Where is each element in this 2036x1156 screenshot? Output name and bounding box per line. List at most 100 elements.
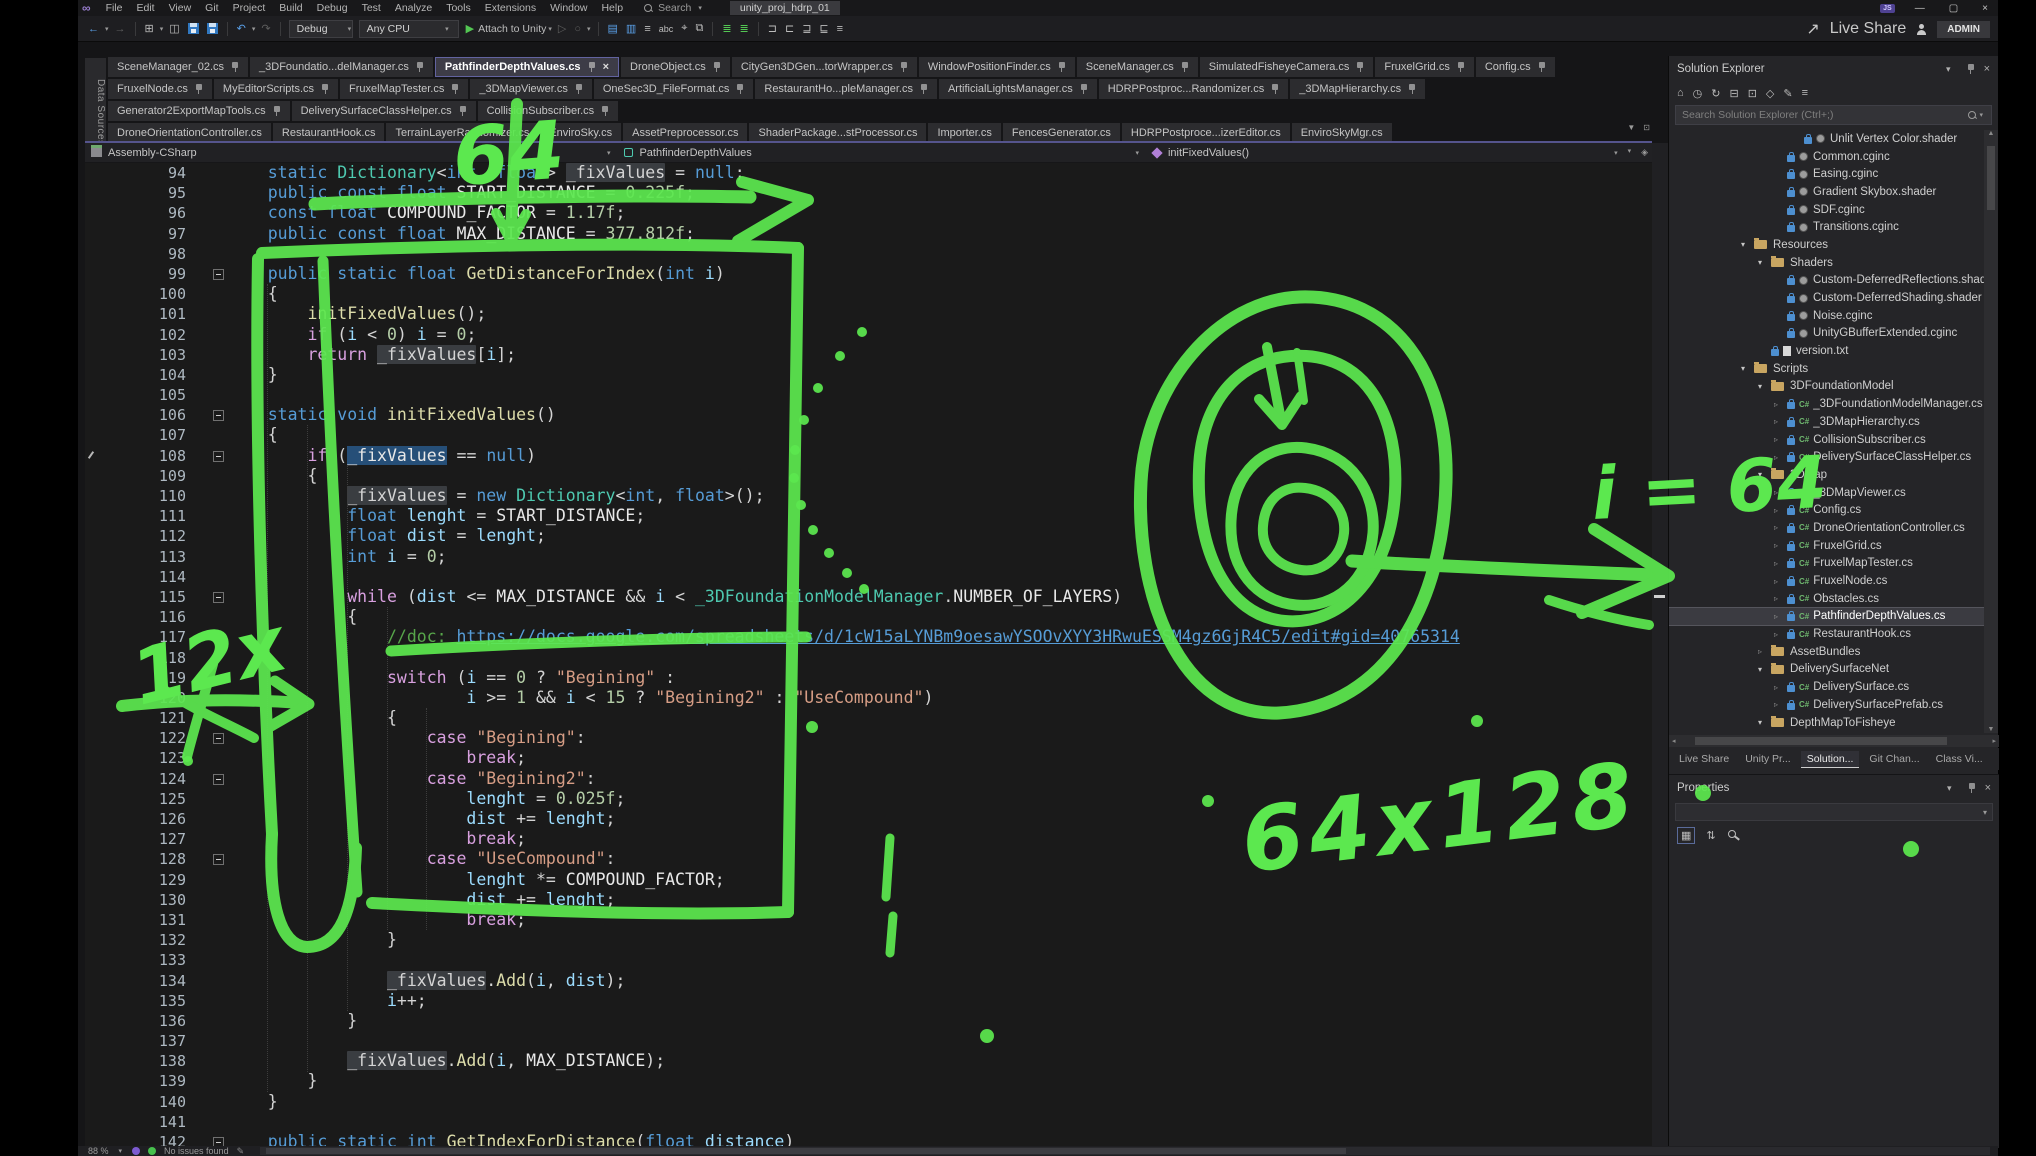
menu-window[interactable]: Window — [543, 2, 594, 14]
menu-build[interactable]: Build — [272, 2, 309, 14]
tree-item-Transitions.cginc[interactable]: Transitions.cginc — [1669, 218, 1985, 236]
code-line-126[interactable]: 126 dist += lenght; — [85, 809, 1652, 829]
tree-item-Config.cs[interactable]: ▹C#Config.cs — [1669, 501, 1985, 519]
bookmark-clear-icon[interactable]: ⊑ — [815, 22, 832, 35]
tree-item-CollisionSubscriber.cs[interactable]: ▹C#CollisionSubscriber.cs — [1669, 431, 1985, 449]
panel-tab-Git Chan...[interactable]: Git Chan... — [1863, 751, 1925, 767]
tree-item-Shaders[interactable]: ▾Shaders — [1669, 254, 1985, 272]
live-share-label[interactable]: Live Share — [1830, 20, 1907, 38]
menu-extensions[interactable]: Extensions — [478, 2, 543, 14]
edit-icon[interactable]: ✎ — [1783, 87, 1792, 100]
code-line-132[interactable]: 132 } — [85, 930, 1652, 950]
tree-item-Common.cginc[interactable]: Common.cginc — [1669, 148, 1985, 166]
menu-analyze[interactable]: Analyze — [388, 2, 439, 14]
code-line-135[interactable]: 135 i++; — [85, 991, 1652, 1011]
menu-tools[interactable]: Tools — [439, 2, 478, 14]
chevron-down-icon[interactable]: ▾ — [103, 25, 111, 33]
collapse-icon[interactable] — [213, 592, 224, 603]
configuration-dropdown[interactable]: Debug ▾ — [289, 20, 353, 38]
health-message[interactable]: No issues found — [164, 1146, 229, 1156]
properties-object-dropdown[interactable]: ▾ — [1675, 803, 1993, 821]
scrollbar-thumb[interactable] — [1695, 737, 1947, 745]
close-icon[interactable]: × — [1985, 782, 1991, 794]
zoom-level[interactable]: 88 % — [88, 1146, 109, 1156]
panel-tab-Unity Pr...[interactable]: Unity Pr... — [1739, 751, 1797, 767]
code-line-106[interactable]: 106 static void initFixedValues() — [85, 405, 1652, 425]
code-line-100[interactable]: 100 { — [85, 284, 1652, 304]
code-line-111[interactable]: 111 float lenght = START_DISTANCE; — [85, 506, 1652, 526]
document-list-icon[interactable]: ▼ — [1627, 123, 1635, 132]
code-line-99[interactable]: 99 public static float GetDistanceForInd… — [85, 264, 1652, 284]
close-icon[interactable]: × — [603, 61, 609, 73]
undo-icon[interactable]: ↶ — [233, 22, 250, 35]
expander-collapsed-icon[interactable]: ▹ — [1774, 506, 1787, 515]
menu-file[interactable]: File — [99, 2, 130, 14]
tree-item-FruxelGrid.cs[interactable]: ▹C#FruxelGrid.cs — [1669, 537, 1985, 555]
live-share-icon[interactable]: ↗ — [1806, 19, 1819, 39]
scrollbar-thumb[interactable] — [266, 1148, 1346, 1154]
tab-OneSec3D_FileFormat.cs[interactable]: OneSec3D_FileFormat.cs — [594, 79, 754, 99]
attach-to-unity-button[interactable]: Attach to Unity — [478, 23, 546, 35]
tab-FruxelNode.cs[interactable]: FruxelNode.cs — [108, 79, 212, 99]
chevron-down-icon[interactable]: ▾ — [696, 4, 704, 12]
tree-item-Unlit Vertex Color.shader[interactable]: Unlit Vertex Color.shader — [1669, 130, 1985, 148]
code-line-104[interactable]: 104 } — [85, 365, 1652, 385]
tree-item-AssetBundles[interactable]: ▹AssetBundles — [1669, 643, 1985, 661]
chevron-down-icon[interactable]: ▾ — [158, 25, 166, 33]
code-line-96[interactable]: 96 const float COMPOUND_FACTOR = 1.17f; — [85, 203, 1652, 223]
pin-icon[interactable] — [1271, 84, 1279, 94]
tree-item-version.txt[interactable]: version.txt — [1669, 342, 1985, 360]
collapse-icon[interactable] — [213, 410, 224, 421]
bookmark-prev-icon[interactable]: ⊏ — [781, 22, 798, 35]
code-line-117[interactable]: 117 //doc: https://docs.google.com/sprea… — [85, 627, 1652, 647]
pin-icon[interactable] — [321, 84, 329, 94]
scroll-right-icon[interactable]: ▸ — [1992, 737, 1996, 745]
code-line-120[interactable]: 120 i >= 1 && i < 15 ? "Begining2" : "Us… — [85, 688, 1652, 708]
tree-item-DeliverySurfaceClassHelper.cs[interactable]: ▹C#DeliverySurfaceClassHelper.cs — [1669, 448, 1985, 466]
tab-SceneManager.cs[interactable]: SceneManager.cs — [1077, 57, 1198, 77]
code-line-129[interactable]: 129 lenght *= COMPOUND_FACTOR; — [85, 870, 1652, 890]
tree-item-DeliverySurface.cs[interactable]: ▹C#DeliverySurface.cs — [1669, 678, 1985, 696]
expander-expanded-icon[interactable]: ▾ — [1741, 240, 1754, 249]
console-icon[interactable]: ≡ — [640, 23, 654, 35]
tree-item-Noise.cginc[interactable]: Noise.cginc — [1669, 307, 1985, 325]
cursor-icon[interactable]: ⌖ — [677, 22, 691, 35]
pin-icon[interactable] — [588, 62, 596, 72]
code-line-114[interactable]: 114 — [85, 567, 1652, 587]
code-line-102[interactable]: 102 if (i < 0) i = 0; — [85, 325, 1652, 345]
tab-RestaurantHook.cs[interactable]: RestaurantHook.cs — [273, 123, 385, 143]
code-line-138[interactable]: 138 _fixValues.Add(i, MAX_DISTANCE); — [85, 1051, 1652, 1071]
expander-collapsed-icon[interactable]: ▹ — [1774, 453, 1787, 462]
tree-item-_3DMapViewer.cs[interactable]: ▹C#_3DMapViewer.cs — [1669, 484, 1985, 502]
account-icon[interactable] — [1916, 24, 1927, 35]
expander-collapsed-icon[interactable]: ▹ — [1774, 541, 1787, 550]
copy-icon[interactable]: ⧉ — [691, 22, 707, 35]
expander-collapsed-icon[interactable]: ▹ — [1774, 523, 1787, 532]
code-line-130[interactable]: 130 dist += lenght; — [85, 890, 1652, 910]
pin-icon[interactable] — [575, 84, 583, 94]
close-button[interactable]: × — [1978, 3, 1992, 14]
pin-icon[interactable] — [195, 84, 203, 94]
expander-collapsed-icon[interactable]: ▹ — [1774, 594, 1787, 603]
tab-HDRPPostproc...Randomizer.cs[interactable]: HDRPPostproc...Randomizer.cs — [1099, 79, 1289, 99]
tab-FruxelMapTester.cs[interactable]: FruxelMapTester.cs — [340, 79, 468, 99]
code-line-113[interactable]: 113 int i = 0; — [85, 547, 1652, 567]
save-all-icon[interactable] — [207, 23, 218, 34]
chevron-down-icon[interactable]: ▾ — [1947, 783, 1952, 794]
tab-_3DMapViewer.cs[interactable]: _3DMapViewer.cs — [470, 79, 591, 99]
tree-item-DeliverySurfacePrefab.cs[interactable]: ▹C#DeliverySurfacePrefab.cs — [1669, 696, 1985, 714]
tab-AssetPreprocessor.cs[interactable]: AssetPreprocessor.cs — [623, 123, 747, 143]
tree-item-DeliverySurfaceNet[interactable]: ▾DeliverySurfaceNet — [1669, 661, 1985, 679]
menu-debug[interactable]: Debug — [310, 2, 355, 14]
property-pages-icon[interactable] — [1727, 829, 1740, 842]
tab-DeliverySurfaceClassHelper.cs[interactable]: DeliverySurfaceClassHelper.cs — [292, 101, 476, 121]
chevron-down-icon[interactable]: ▾ — [250, 25, 258, 33]
code-line-112[interactable]: 112 float dist = lenght; — [85, 526, 1652, 546]
more-options-icon[interactable]: ≡ — [833, 23, 847, 35]
tree-item-_3DFoundationModelManager.cs[interactable]: ▹C#_3DFoundationModelManager.cs — [1669, 395, 1985, 413]
code-line-116[interactable]: 116 { — [85, 607, 1652, 627]
scrollbar-thumb[interactable] — [1987, 146, 1995, 210]
code-line-123[interactable]: 123 break; — [85, 748, 1652, 768]
tree-item-Easing.cginc[interactable]: Easing.cginc — [1669, 165, 1985, 183]
tab-Importer.cs[interactable]: Importer.cs — [928, 123, 1000, 143]
